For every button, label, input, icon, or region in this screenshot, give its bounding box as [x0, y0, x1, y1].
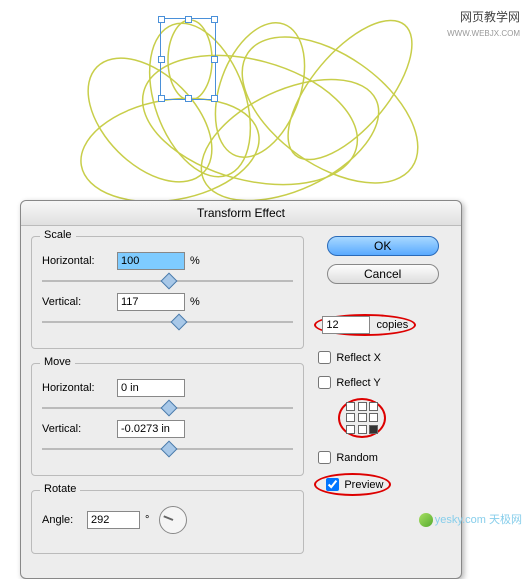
move-h-input[interactable] — [117, 379, 185, 397]
rotate-legend: Rotate — [40, 483, 80, 495]
move-legend: Move — [40, 356, 75, 368]
scale-v-input[interactable] — [117, 293, 185, 311]
random-checkbox[interactable] — [318, 451, 331, 464]
scale-v-label: Vertical: — [42, 296, 117, 308]
move-v-slider[interactable] — [42, 443, 293, 455]
watermark-yesky: yesky.com 天极网 — [419, 511, 522, 527]
preview-label: Preview — [344, 479, 383, 491]
move-v-label: Vertical: — [42, 423, 117, 435]
scale-h-slider[interactable] — [42, 275, 293, 287]
reflect-y-checkbox[interactable] — [318, 376, 331, 389]
refpoint-highlight — [338, 398, 386, 438]
angle-label: Angle: — [42, 514, 87, 526]
watermark-webjx: 网页教学网WWW.WEBJX.COM — [447, 8, 520, 39]
selection-box[interactable] — [160, 18, 216, 100]
scale-v-slider[interactable] — [42, 316, 293, 328]
dialog-title: Transform Effect — [21, 201, 461, 226]
scale-h-input[interactable] — [117, 252, 185, 270]
move-h-label: Horizontal: — [42, 382, 117, 394]
cancel-button[interactable]: Cancel — [327, 264, 439, 284]
preview-checkbox[interactable] — [326, 478, 339, 491]
scale-h-label: Horizontal: — [42, 255, 117, 267]
copies-label: copies — [376, 319, 408, 331]
reflect-x-checkbox[interactable] — [318, 351, 331, 364]
random-label: Random — [336, 452, 378, 464]
rotate-group: Rotate Angle:° — [31, 490, 304, 554]
reflect-x-label: Reflect X — [336, 352, 381, 364]
scale-group: Scale Horizontal:% Vertical:% — [31, 236, 304, 349]
ok-button[interactable]: OK — [327, 236, 439, 256]
copies-input[interactable] — [322, 316, 370, 334]
preview-highlight: Preview — [314, 473, 391, 496]
angle-input[interactable] — [87, 511, 140, 529]
copies-highlight: copies — [314, 314, 416, 336]
move-h-slider[interactable] — [42, 402, 293, 414]
move-group: Move Horizontal: Vertical: — [31, 363, 304, 476]
transform-effect-dialog: Transform Effect Scale Horizontal:% Vert… — [20, 200, 462, 579]
scale-legend: Scale — [40, 229, 76, 241]
reference-point-grid[interactable] — [346, 402, 378, 434]
yesky-logo-icon — [419, 513, 433, 527]
reflect-y-label: Reflect Y — [336, 377, 380, 389]
move-v-input[interactable] — [117, 420, 185, 438]
